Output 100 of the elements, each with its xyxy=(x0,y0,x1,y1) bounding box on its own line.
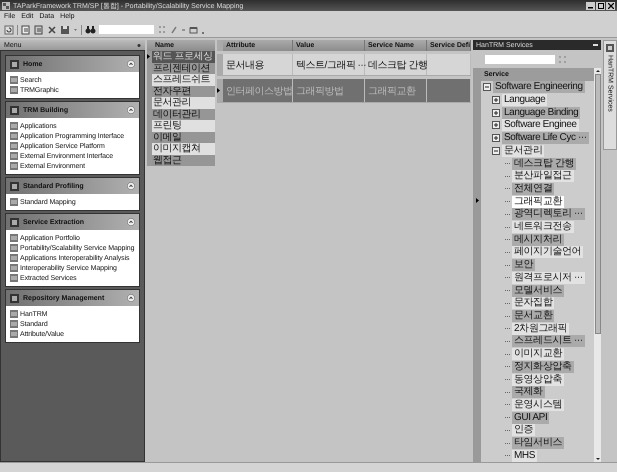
table-cell-text: 데스크탑 간행 xyxy=(368,58,428,72)
app-icon xyxy=(2,2,10,10)
tree-item[interactable]: 모델서비스 xyxy=(512,284,564,297)
tree-item[interactable]: 전체연결 xyxy=(512,182,554,195)
document-icon[interactable] xyxy=(21,24,31,34)
list-item[interactable]: 이메일 xyxy=(152,132,215,143)
tree-item[interactable]: 그래픽교환 xyxy=(512,196,564,208)
table-cell-text: 텍스트/그래픽 ··· xyxy=(296,58,366,72)
row-pointer-icon xyxy=(217,88,220,93)
binoculars-icon[interactable] xyxy=(85,24,96,34)
item-icon xyxy=(10,198,18,206)
save-icon[interactable] xyxy=(60,24,70,34)
expander-icon[interactable] xyxy=(492,96,500,104)
tree-item[interactable]: 데스크탑 간행 xyxy=(512,158,576,170)
tree-item[interactable]: GUI API xyxy=(512,412,550,424)
collapse-icon[interactable] xyxy=(127,218,135,226)
maximize-icon xyxy=(598,2,604,8)
item-icon xyxy=(10,142,18,150)
row-header[interactable] xyxy=(217,79,223,102)
collapse-icon[interactable] xyxy=(127,182,135,190)
header-corner xyxy=(217,40,223,51)
tree-item[interactable]: 문서관리 xyxy=(502,144,544,157)
list-item[interactable]: 이미지캡쳐 xyxy=(152,143,215,154)
refresh-icon[interactable] xyxy=(4,24,14,34)
expander-icon[interactable] xyxy=(492,134,500,142)
expander-icon[interactable] xyxy=(492,108,500,117)
item-icon xyxy=(10,152,18,160)
item-icon xyxy=(10,76,18,84)
tree-item[interactable]: 페이지기술언어 xyxy=(512,246,584,258)
item-icon xyxy=(10,264,18,272)
table-cell-text: 그래픽교환 xyxy=(368,84,416,98)
tree-item[interactable]: 문서교환 xyxy=(512,310,554,322)
item-icon xyxy=(10,320,18,328)
tree-item[interactable]: 타임서비스 xyxy=(512,437,564,450)
list-item[interactable]: 데이터관리 xyxy=(152,108,215,120)
table-cell-text: 그래픽방법 xyxy=(296,84,344,98)
search-field[interactable] xyxy=(99,25,154,34)
close-icon xyxy=(608,2,614,8)
expander-icon[interactable] xyxy=(492,146,500,155)
minimize-button[interactable] xyxy=(586,2,595,10)
tree-item[interactable]: Software Life Cyc ··· xyxy=(502,132,589,144)
list-item[interactable]: 문서관리 xyxy=(152,97,215,108)
item-icon xyxy=(10,310,18,318)
group-icon xyxy=(10,106,19,114)
tree-item[interactable]: Software Enginee xyxy=(502,119,579,132)
tree-item[interactable]: 문자집합 xyxy=(512,297,554,310)
tree-item[interactable]: 정지화상압축 xyxy=(512,360,574,373)
tree-item[interactable]: 광역디렉토리 ··· xyxy=(512,208,585,220)
list-item[interactable]: 프리젠테이션 xyxy=(152,62,215,74)
tree-item[interactable]: 국제화 xyxy=(512,386,545,398)
item-icon xyxy=(10,274,18,282)
tree-item[interactable]: 네트워크전송 xyxy=(512,221,574,234)
scrollbar[interactable] xyxy=(594,68,601,462)
tree-item[interactable]: 이미지교환 xyxy=(512,348,564,360)
tree-item[interactable]: 분산파일접근 xyxy=(512,170,574,182)
tree-item[interactable]: 보안 xyxy=(512,259,536,272)
group-icon xyxy=(10,294,19,302)
table-cell-text: 인터페이스방법 xyxy=(226,84,292,98)
tree-item[interactable]: MHS xyxy=(512,450,538,462)
tree-item[interactable]: 동영상압축 xyxy=(512,374,564,386)
delete-icon[interactable] xyxy=(47,24,57,34)
table-row[interactable]: 문서내용 텍스트/그래픽 ··· 데스크탑 간행 xyxy=(217,54,471,76)
table-cell-text: 문서내용 xyxy=(226,58,264,72)
scroll-thumb[interactable] xyxy=(594,74,600,334)
tree-item[interactable]: Language xyxy=(502,94,548,106)
item-icon xyxy=(10,132,18,140)
collapse-icon[interactable] xyxy=(127,294,135,302)
list-item[interactable]: 워드 프로세싱 xyxy=(152,51,215,62)
expander-icon[interactable] xyxy=(483,83,491,92)
document-icon[interactable] xyxy=(34,24,44,34)
list-item[interactable]: 웹접근 xyxy=(152,154,215,166)
tree-item[interactable]: 원격프로시저 ··· xyxy=(512,272,585,284)
collapse-icon[interactable] xyxy=(127,106,135,114)
tree-item[interactable]: Language Binding xyxy=(502,106,580,119)
tree-item[interactable]: 메시지처리 xyxy=(512,234,564,246)
row-header[interactable] xyxy=(147,51,152,62)
group-icon xyxy=(10,60,19,68)
item-icon xyxy=(10,330,18,338)
close-button[interactable] xyxy=(606,2,615,10)
collapse-icon[interactable] xyxy=(127,60,135,68)
expander-icon[interactable] xyxy=(492,121,500,130)
item-icon xyxy=(10,122,18,130)
row-pointer-icon xyxy=(476,198,478,204)
item-icon xyxy=(10,86,18,94)
brush-icon[interactable] xyxy=(170,24,178,34)
tree-item[interactable]: Software Engineering xyxy=(493,81,585,94)
group-icon xyxy=(10,218,19,226)
tree-item[interactable]: 2차원그래픽 xyxy=(512,322,570,335)
box-icon[interactable] xyxy=(189,24,198,34)
search-field[interactable] xyxy=(485,54,555,64)
row-pointer-icon xyxy=(147,54,150,60)
list-item[interactable]: 스프레드쉬트 xyxy=(152,74,215,86)
list-item[interactable]: 전자우편 xyxy=(152,86,215,97)
maximize-button[interactable] xyxy=(596,2,605,10)
tree-item[interactable]: 인증 xyxy=(512,424,536,436)
panel-icon xyxy=(606,44,614,52)
tree-item[interactable]: 운영시스템 xyxy=(512,398,564,411)
tree-item[interactable]: 스프레드시트 ··· xyxy=(512,335,585,348)
item-icon xyxy=(10,254,18,262)
list-item[interactable]: 프린팅 xyxy=(152,120,215,132)
